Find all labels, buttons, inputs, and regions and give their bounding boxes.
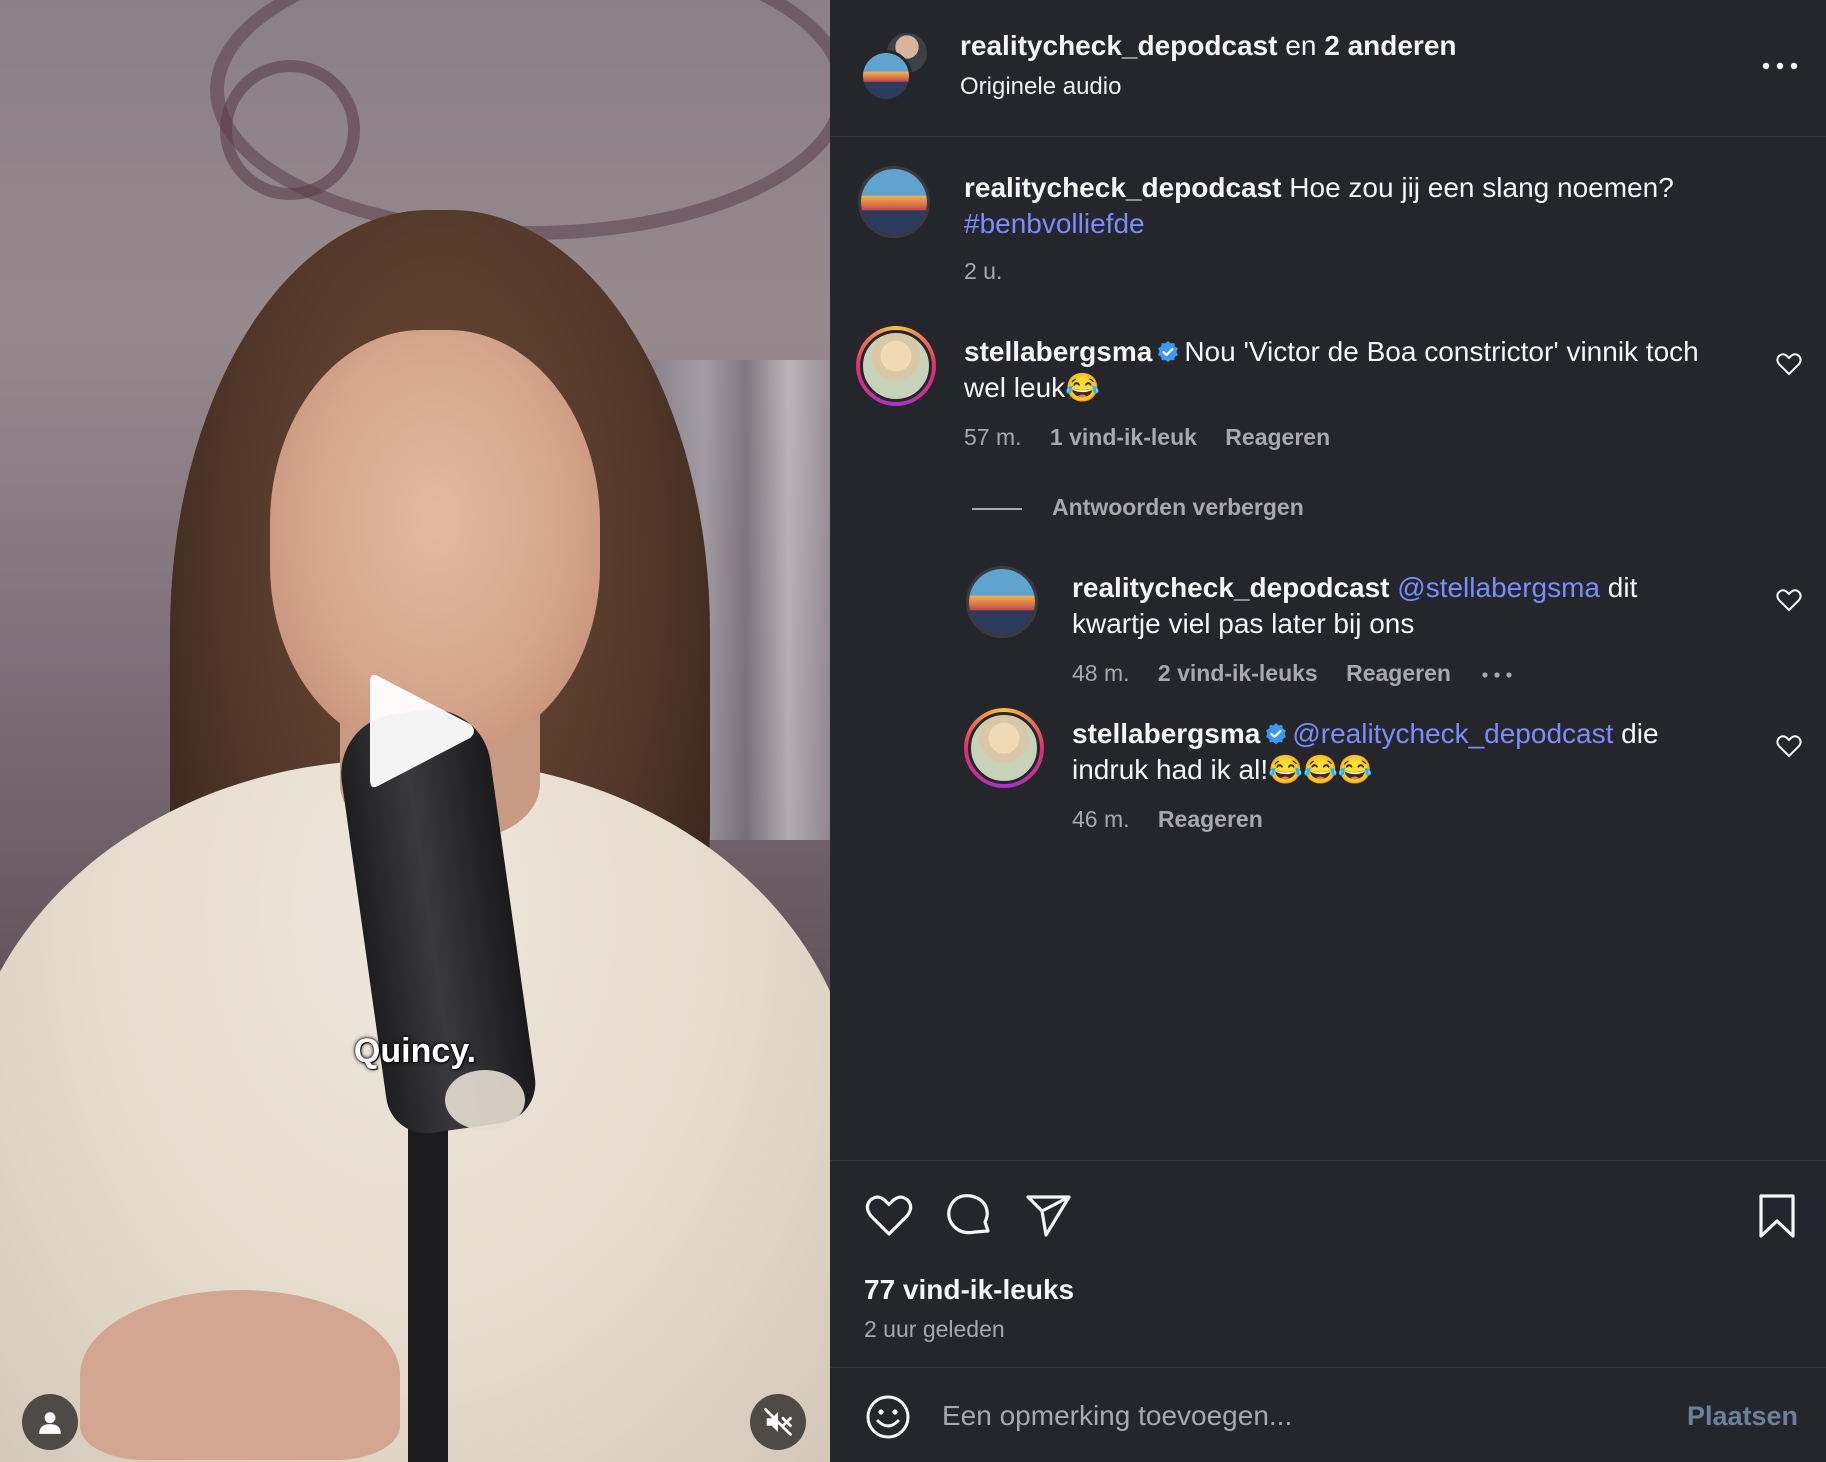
share-button[interactable]	[1024, 1191, 1074, 1241]
video-player[interactable]: Quincy.	[0, 0, 830, 1462]
post-header: realitycheck_depodcast en 2 anderen Orig…	[830, 0, 1826, 137]
like-reply-button[interactable]	[1776, 588, 1802, 612]
reply-likes[interactable]: 2 vind-ik-leuks	[1158, 660, 1318, 686]
reply: stellabergsma @realitycheck_depodcast die…	[1072, 716, 1752, 788]
collab-avatars[interactable]	[860, 30, 932, 102]
comment-text-cont: wel leuk😂	[964, 372, 1101, 403]
comment: stellabergsma Nou 'Victor de Boa constric…	[964, 334, 1744, 406]
more-icon[interactable]	[1479, 670, 1515, 680]
likes-count[interactable]: 77 vind-ik-leuks	[864, 1274, 1074, 1306]
video-subtitle: Quincy.	[353, 1032, 477, 1070]
header-others[interactable]: 2 anderen	[1324, 30, 1456, 61]
person-hand	[80, 1290, 400, 1460]
comment-icon	[947, 1194, 990, 1235]
comment-username[interactable]: stellabergsma	[964, 336, 1152, 367]
mic-logo	[445, 1070, 525, 1130]
header-account-name[interactable]: realitycheck_depodcast	[960, 30, 1278, 61]
reply-text-cont: kwartje viel pas later bij ons	[1072, 608, 1415, 639]
post-caption: realitycheck_depodcast Hoe zou jij een s…	[964, 170, 1784, 242]
reply-button[interactable]: Reageren	[1346, 660, 1451, 686]
heart-icon	[1776, 353, 1802, 376]
header-accounts[interactable]: realitycheck_depodcast en 2 anderen	[960, 30, 1457, 62]
reply-text: die	[1621, 718, 1659, 749]
reply-time: 48 m.	[1072, 660, 1130, 686]
like-comment-button[interactable]	[1776, 352, 1802, 376]
post-comment-button[interactable]: Plaatsen	[1687, 1401, 1798, 1432]
save-button[interactable]	[1752, 1191, 1802, 1241]
mute-icon	[764, 1408, 792, 1436]
reply-button[interactable]: Reageren	[1158, 806, 1263, 832]
heart-icon	[865, 1195, 913, 1236]
divider	[972, 507, 1022, 510]
caption-meta: 2 u.	[964, 258, 1024, 285]
post-footer: 77 vind-ik-leuks 2 uur geleden Plaatsen	[830, 1160, 1826, 1462]
avatar[interactable]	[858, 166, 930, 238]
heart-icon	[1776, 589, 1802, 612]
comment-meta: 57 m. 1 vind-ik-leuk Reageren	[964, 424, 1352, 451]
user-icon	[39, 1412, 61, 1434]
caption-username[interactable]: realitycheck_depodcast	[964, 172, 1282, 203]
like-reply-button[interactable]	[1776, 734, 1802, 758]
reply-text: dit	[1607, 572, 1638, 603]
reply-text-cont: indruk had ik al!😂😂😂	[1072, 754, 1373, 785]
comment-composer: Plaatsen	[830, 1367, 1826, 1462]
heart-icon	[1776, 735, 1802, 758]
bookmark-icon	[1759, 1194, 1795, 1238]
post-time: 2 uur geleden	[864, 1316, 1005, 1342]
more-icon	[1762, 62, 1798, 70]
reply-mention[interactable]: @realitycheck_depodcast	[1292, 718, 1613, 749]
avatar[interactable]	[964, 708, 1044, 788]
hide-replies-label: Antwoorden verbergen	[1052, 494, 1304, 520]
comment-button[interactable]	[944, 1191, 994, 1241]
play-icon	[370, 674, 474, 788]
caption-text: Hoe zou jij een slang noemen?	[1289, 172, 1674, 203]
comment-text: Nou 'Victor de Boa constrictor' vinnik t…	[1184, 336, 1699, 367]
header-connector: en	[1285, 30, 1317, 61]
caption-hashtag[interactable]: #benbvolliefde	[964, 208, 1145, 239]
audio-label[interactable]: Originele audio	[960, 73, 1121, 101]
avatar[interactable]	[856, 326, 936, 406]
comment-time: 57 m.	[964, 424, 1022, 450]
reply-meta: 48 m. 2 vind-ik-leuks Reageren	[1072, 660, 1515, 687]
mute-button[interactable]	[750, 1394, 806, 1450]
verified-icon	[1266, 723, 1287, 745]
caption-time: 2 u.	[964, 258, 1003, 284]
like-button[interactable]	[864, 1191, 914, 1241]
emoji-button[interactable]	[864, 1393, 912, 1441]
hide-replies-button[interactable]: Antwoorden verbergen	[972, 494, 1304, 521]
play-button[interactable]	[360, 666, 480, 796]
comment-input[interactable]	[942, 1390, 1642, 1442]
reply-button[interactable]: Reageren	[1225, 424, 1330, 450]
reply-username[interactable]: realitycheck_depodcast	[1072, 572, 1390, 603]
reply-mention[interactable]: @stellabergsma	[1397, 572, 1600, 603]
tagged-users-button[interactable]	[22, 1394, 78, 1450]
reply: realitycheck_depodcast @stellabergsma di…	[1072, 570, 1752, 642]
comment-likes[interactable]: 1 vind-ik-leuk	[1050, 424, 1197, 450]
verified-icon	[1158, 341, 1179, 363]
reply-time: 46 m.	[1072, 806, 1130, 832]
reply-meta: 46 m. Reageren	[1072, 806, 1285, 833]
more-options-button[interactable]	[1756, 52, 1804, 80]
emoji-icon	[866, 1395, 910, 1439]
post-panel: realitycheck_depodcast en 2 anderen Orig…	[830, 0, 1826, 1462]
avatar	[860, 50, 912, 102]
avatar[interactable]	[966, 566, 1038, 638]
wall-decoration-loop	[220, 60, 360, 200]
reply-username[interactable]: stellabergsma	[1072, 718, 1260, 749]
share-icon	[1026, 1195, 1071, 1237]
